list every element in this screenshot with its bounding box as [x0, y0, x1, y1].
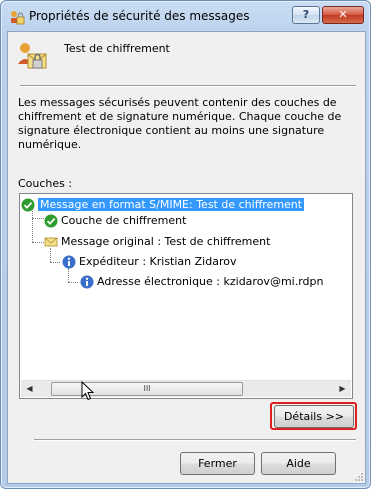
tree-connector	[50, 262, 60, 263]
tree-connector	[68, 268, 69, 282]
separator	[20, 85, 356, 87]
tree-item-email-address[interactable]: Adresse électronique : kzidarov@mi.rdpn	[80, 274, 323, 290]
tree-connector	[32, 218, 44, 219]
tree-item-label: Message original : Test de chiffrement	[61, 235, 271, 248]
tree-connector	[32, 208, 33, 242]
help-button[interactable]: Aide	[261, 452, 336, 475]
horizontal-scrollbar[interactable]: ◀ III ▶	[21, 380, 351, 397]
layers-tree[interactable]: Message en format S/MIME: Test de chiffr…	[19, 193, 353, 399]
tree-item-smime-message[interactable]: Message en format S/MIME: Test de chiffr…	[21, 197, 305, 213]
info-icon	[62, 255, 76, 269]
description-text: Les messages sécurisés peuvent contenir …	[18, 96, 342, 151]
envelope-icon	[44, 237, 58, 247]
info-icon	[80, 275, 94, 289]
tree-connector	[68, 282, 78, 283]
tree-item-label: Couche de chiffrement	[61, 214, 187, 227]
window-title: Propriétés de sécurité des messages	[29, 9, 250, 23]
mouse-pointer-icon	[81, 381, 95, 401]
green-check-icon	[44, 214, 58, 228]
scrollbar-thumb[interactable]: III	[51, 382, 243, 396]
dialog-content: Test de chiffrement Les messages sécuris…	[7, 31, 366, 484]
details-button[interactable]: Détails >>	[274, 405, 354, 428]
separator	[34, 439, 356, 441]
title-bar[interactable]: Propriétés de sécurité des messages ? ✕	[1, 1, 370, 31]
help-title-button[interactable]: ?	[292, 6, 320, 24]
secure-message-icon	[18, 43, 47, 69]
tree-item-label: Adresse électronique : kzidarov@mi.rdpn	[97, 275, 324, 288]
tree-item-original-message[interactable]: Message original : Test de chiffrement	[44, 234, 270, 250]
green-check-icon	[21, 198, 35, 212]
tree-item-encryption-layer[interactable]: Couche de chiffrement	[44, 213, 186, 229]
scroll-left-arrow-icon[interactable]: ◀	[21, 381, 38, 397]
tree-connector	[32, 242, 44, 243]
resize-grip-icon[interactable]	[354, 472, 364, 482]
message-subject: Test de chiffrement	[64, 42, 170, 55]
close-title-button[interactable]: ✕	[322, 6, 364, 24]
dialog-window: Propriétés de sécurité des messages ? ✕ …	[0, 0, 371, 489]
tree-item-label: Expéditeur : Kristian Zidarov	[79, 255, 237, 268]
scroll-right-arrow-icon[interactable]: ▶	[334, 381, 351, 397]
tree-item-label: Message en format S/MIME: Test de chiffr…	[38, 198, 305, 211]
tree-item-sender[interactable]: Expéditeur : Kristian Zidarov	[62, 254, 236, 270]
security-properties-icon	[11, 11, 25, 25]
layers-label: Couches :	[18, 177, 73, 190]
close-button[interactable]: Fermer	[180, 452, 255, 475]
tree-connector	[50, 248, 51, 262]
